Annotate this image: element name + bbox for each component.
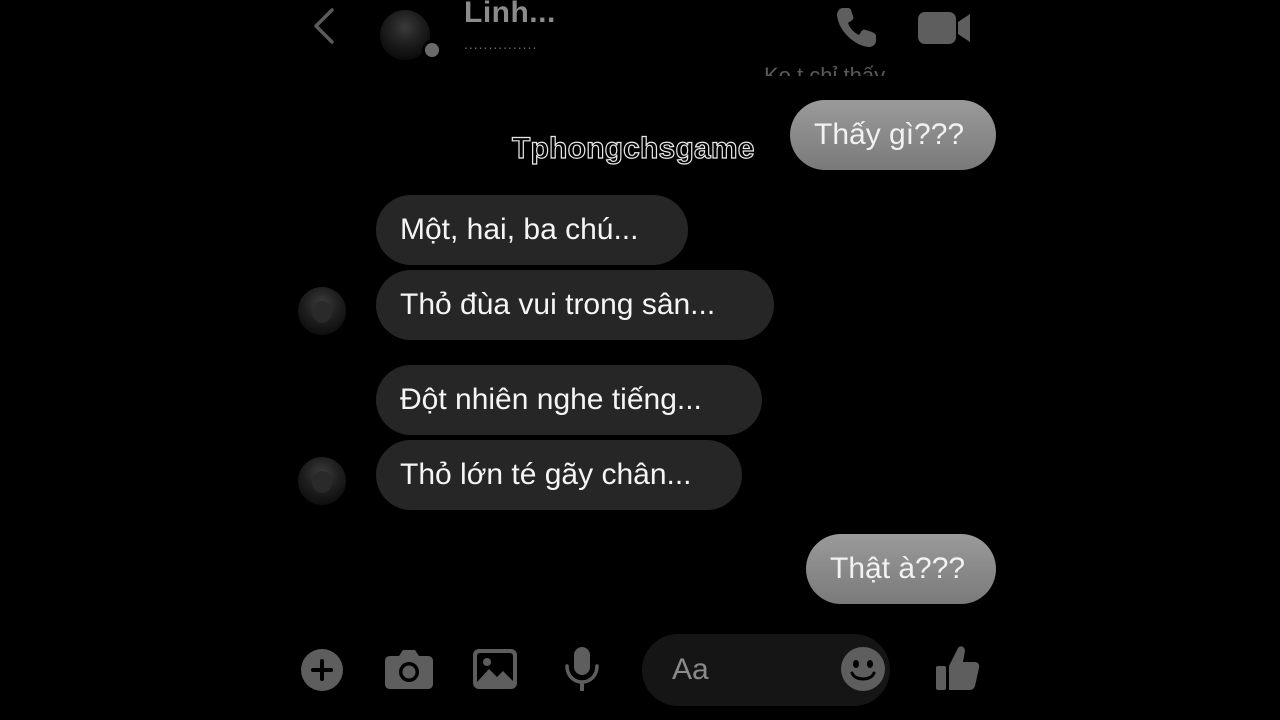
thumbs-up-icon[interactable] <box>934 644 980 692</box>
presence-dot <box>422 40 442 60</box>
microphone-icon[interactable] <box>564 646 600 692</box>
incoming-message[interactable]: Đột nhiên nghe tiếng... <box>376 365 762 435</box>
chat-screen: Linh... ............... Ko t chỉ thấy...… <box>0 0 1280 720</box>
watermark: Tphongchsgame <box>511 131 755 165</box>
faded-previous-message: Ko t chỉ thấy... <box>764 63 902 76</box>
contact-status: ............... <box>464 36 538 52</box>
image-icon[interactable] <box>472 648 518 690</box>
smiley-icon[interactable] <box>840 646 886 692</box>
outgoing-message[interactable]: Thấy gì??? <box>790 100 996 170</box>
plus-circle-icon[interactable] <box>300 648 344 692</box>
incoming-message[interactable]: Một, hai, ba chú... <box>376 195 688 265</box>
camera-icon[interactable] <box>384 648 434 690</box>
outgoing-message[interactable]: Thật à??? <box>806 534 996 604</box>
contact-avatar[interactable] <box>380 10 442 60</box>
phone-icon[interactable] <box>834 4 880 50</box>
chevron-left-icon[interactable] <box>310 6 338 46</box>
contact-name[interactable]: Linh... <box>464 0 556 30</box>
contact-avatar-small[interactable] <box>298 457 346 505</box>
video-camera-icon[interactable] <box>916 8 972 48</box>
incoming-message[interactable]: Thỏ lớn té gãy chân... <box>376 440 742 510</box>
contact-avatar-small[interactable] <box>298 287 346 335</box>
message-input-placeholder: Aa <box>672 653 709 686</box>
incoming-message[interactable]: Thỏ đùa vui trong sân... <box>376 270 774 340</box>
